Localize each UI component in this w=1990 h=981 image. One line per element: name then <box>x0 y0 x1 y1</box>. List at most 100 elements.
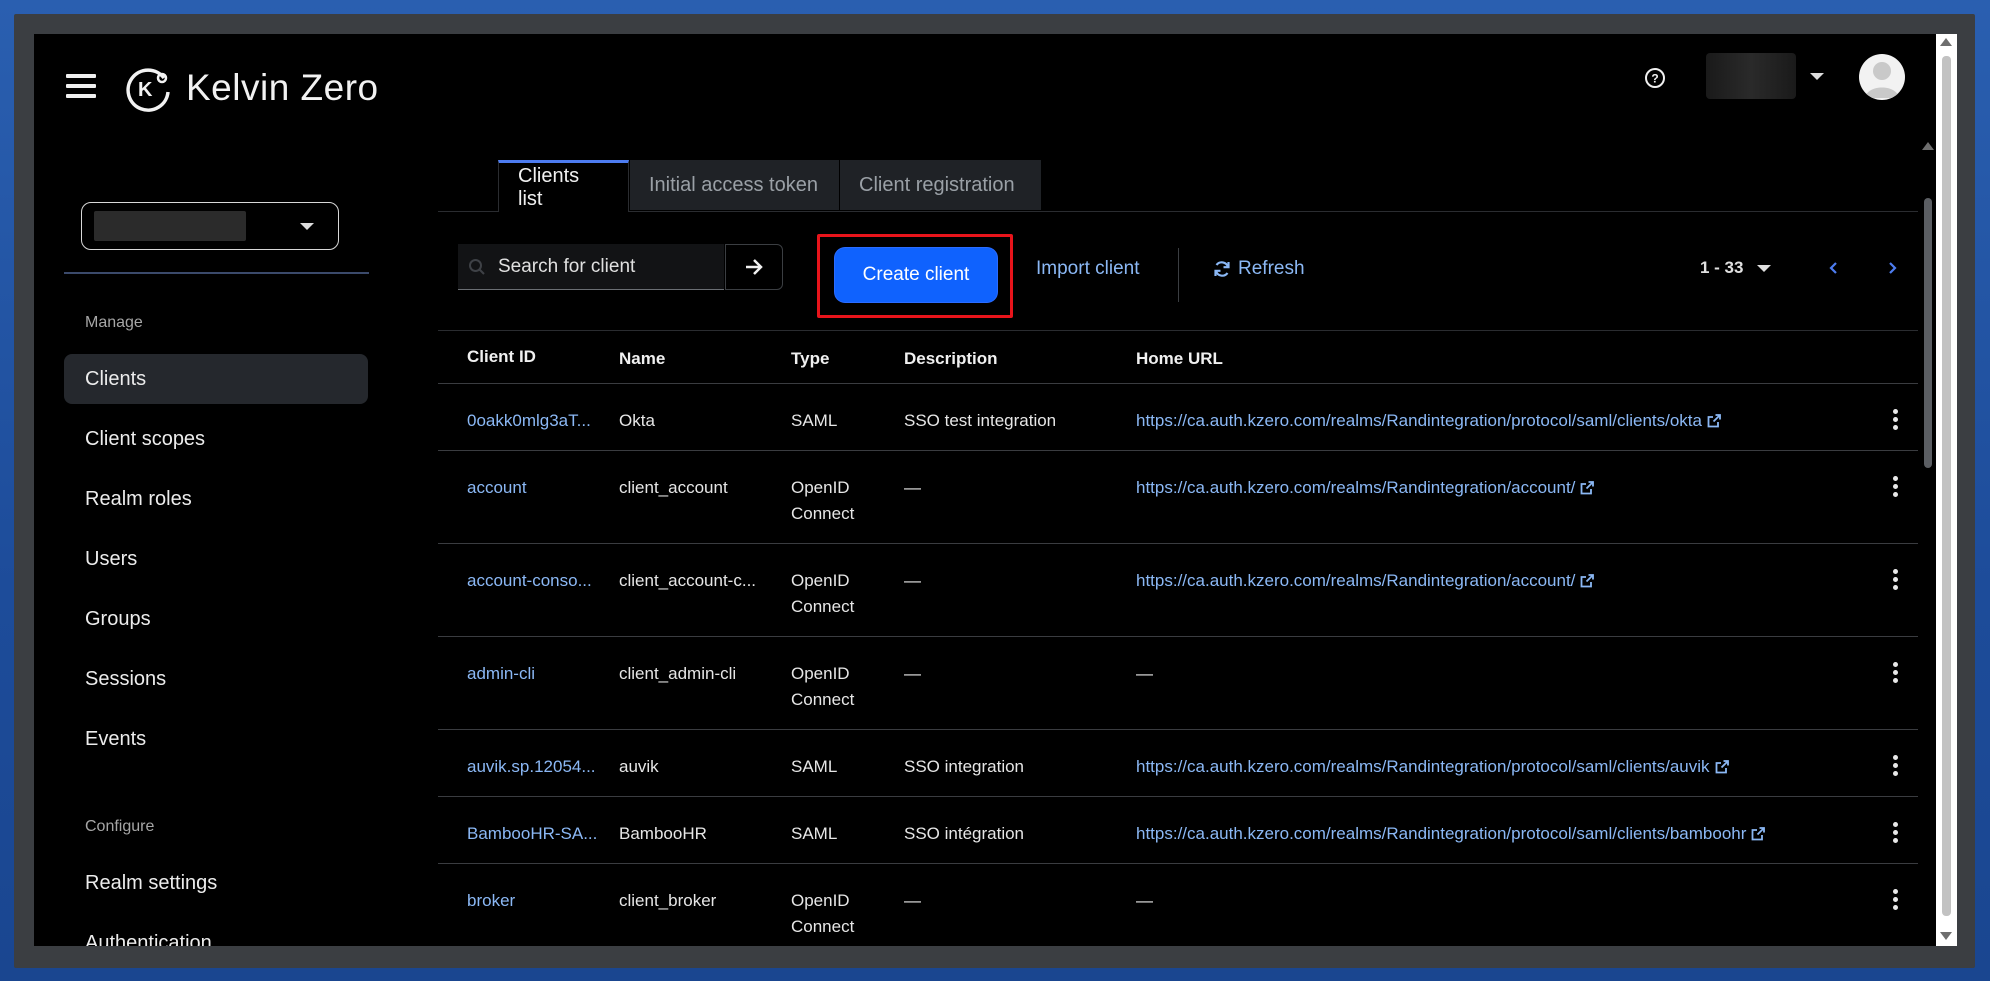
row-actions-kebab-icon[interactable] <box>1885 819 1905 845</box>
scrollbar-thumb[interactable] <box>1924 198 1932 468</box>
column-header-client-id[interactable]: Client ID <box>467 347 536 367</box>
home-url-text: https://ca.auth.kzero.com/realms/Randint… <box>1136 757 1710 776</box>
import-client-button[interactable]: Import client <box>1036 258 1139 280</box>
client-id-link[interactable]: broker <box>467 888 515 914</box>
tab-clients-list[interactable]: Clients list <box>498 160 629 212</box>
client-id-link[interactable]: auvik.sp.12054... <box>467 754 596 780</box>
pagination-dropdown[interactable]: 1 - 33 <box>1700 258 1772 278</box>
chevron-right-icon <box>1889 262 1897 274</box>
client-type: OpenID Connect <box>791 661 854 713</box>
client-name: client_account-c... <box>619 571 757 590</box>
sidebar: Manage Clients Client scopes Realm roles… <box>34 138 369 946</box>
home-url-text: — <box>1136 664 1153 683</box>
row-actions-kebab-icon[interactable] <box>1885 659 1905 685</box>
client-name: client_admin-cli <box>619 664 737 683</box>
sidebar-item-client-scopes[interactable]: Client scopes <box>64 414 368 464</box>
svg-text:K: K <box>138 79 153 101</box>
sidebar-divider <box>64 272 369 274</box>
brand-logo[interactable]: K Kelvin Zero <box>124 64 379 112</box>
sidebar-item-users[interactable]: Users <box>64 534 368 584</box>
help-icon[interactable]: ? <box>1641 64 1669 92</box>
app-window: K Kelvin Zero ? Manage Clients Client sc… <box>34 34 1957 946</box>
home-url-text: — <box>1136 891 1153 910</box>
row-actions-kebab-icon[interactable] <box>1885 752 1905 778</box>
row-actions-kebab-icon[interactable] <box>1885 473 1905 499</box>
client-description: — <box>904 664 921 683</box>
redacted-username <box>1706 53 1796 99</box>
column-header-description[interactable]: Description <box>904 349 998 369</box>
sidebar-item-groups[interactable]: Groups <box>64 594 368 644</box>
client-type: SAML <box>791 821 837 847</box>
client-name: auvik <box>619 757 659 776</box>
home-url-link[interactable]: https://ca.auth.kzero.com/realms/Randint… <box>1136 821 1766 847</box>
table-header: Client ID Name Type Description Home URL <box>438 330 1918 384</box>
client-id-link[interactable]: BambooHR-SA... <box>467 821 597 847</box>
home-url-text: https://ca.auth.kzero.com/realms/Randint… <box>1136 824 1747 843</box>
table-row: broker client_broker OpenID Connect — — <box>438 864 1918 946</box>
sidebar-item-sessions[interactable]: Sessions <box>64 654 368 704</box>
scroll-up-icon[interactable] <box>1922 142 1934 150</box>
previous-page-button[interactable] <box>1822 256 1846 280</box>
section-label-manage: Manage <box>85 314 143 331</box>
column-header-name[interactable]: Name <box>619 349 665 369</box>
window-scrollbar[interactable] <box>1936 34 1957 946</box>
client-name: Okta <box>619 411 655 430</box>
search-submit-button[interactable] <box>725 244 783 290</box>
search-input[interactable] <box>498 255 718 278</box>
refresh-label: Refresh <box>1238 258 1305 279</box>
scrollbar-thumb[interactable] <box>1942 56 1951 916</box>
home-url-link[interactable]: https://ca.auth.kzero.com/realms/Randint… <box>1136 754 1730 780</box>
next-page-button[interactable] <box>1880 256 1904 280</box>
create-client-button[interactable]: Create client <box>835 248 997 302</box>
client-type: SAML <box>791 408 837 434</box>
row-actions-kebab-icon[interactable] <box>1885 406 1905 432</box>
realm-selector[interactable] <box>81 202 339 250</box>
chevron-down-icon <box>1757 264 1772 272</box>
column-header-home-url[interactable]: Home URL <box>1136 349 1223 369</box>
tab-bar: Clients list Initial access token Client… <box>438 160 1918 212</box>
hamburger-menu-icon[interactable] <box>66 74 96 98</box>
refresh-button[interactable]: Refresh <box>1212 258 1305 280</box>
content-scrollbar[interactable] <box>1920 138 1936 946</box>
home-url-text: https://ca.auth.kzero.com/realms/Randint… <box>1136 478 1576 497</box>
chevron-down-icon <box>300 223 314 230</box>
sidebar-item-authentication[interactable]: Authentication <box>64 918 368 947</box>
user-dropdown[interactable] <box>1706 52 1826 100</box>
client-id-link[interactable]: admin-cli <box>467 661 535 687</box>
client-id-link[interactable]: account <box>467 475 527 501</box>
home-url-text: https://ca.auth.kzero.com/realms/Randint… <box>1136 411 1702 430</box>
avatar[interactable] <box>1859 54 1905 100</box>
row-actions-kebab-icon[interactable] <box>1885 886 1905 912</box>
scroll-up-icon[interactable] <box>1940 38 1952 46</box>
tab-initial-access-token[interactable]: Initial access token <box>630 160 839 210</box>
sidebar-item-clients[interactable]: Clients <box>64 354 368 404</box>
client-type: SAML <box>791 754 837 780</box>
external-link-icon <box>1707 414 1721 428</box>
masthead: K Kelvin Zero ? <box>34 34 1957 138</box>
client-description: SSO intégration <box>904 824 1025 843</box>
sidebar-item-events[interactable]: Events <box>64 714 368 764</box>
home-url-link[interactable]: https://ca.auth.kzero.com/realms/Randint… <box>1136 568 1595 594</box>
tab-client-registration[interactable]: Client registration <box>840 160 1041 210</box>
scroll-down-icon[interactable] <box>1940 932 1952 940</box>
section-label-configure: Configure <box>85 818 155 835</box>
client-id-link[interactable]: account-conso... <box>467 568 592 594</box>
home-url: — <box>1136 888 1153 914</box>
table-row: admin-cli client_admin-cli OpenID Connect — — <box>438 637 1918 730</box>
sidebar-item-realm-roles[interactable]: Realm roles <box>64 474 368 524</box>
client-description: SSO test integration <box>904 411 1057 430</box>
home-url-link[interactable]: https://ca.auth.kzero.com/realms/Randint… <box>1136 475 1595 501</box>
client-type: OpenID Connect <box>791 888 854 940</box>
table-row: account client_account OpenID Connect — https… <box>438 451 1918 544</box>
home-url-link[interactable]: https://ca.auth.kzero.com/realms/Randint… <box>1136 408 1722 434</box>
row-actions-kebab-icon[interactable] <box>1885 566 1905 592</box>
toolbar-divider <box>1178 248 1179 302</box>
client-description: — <box>904 891 921 910</box>
refresh-icon <box>1214 261 1230 277</box>
clients-table: Client ID Name Type Description Home URL… <box>438 330 1918 946</box>
column-header-type[interactable]: Type <box>791 349 829 369</box>
client-id-link[interactable]: 0oakk0mlg3aT... <box>467 408 591 434</box>
sidebar-item-realm-settings[interactable]: Realm settings <box>64 858 368 908</box>
external-link-icon <box>1581 481 1595 495</box>
search-field <box>458 244 724 290</box>
